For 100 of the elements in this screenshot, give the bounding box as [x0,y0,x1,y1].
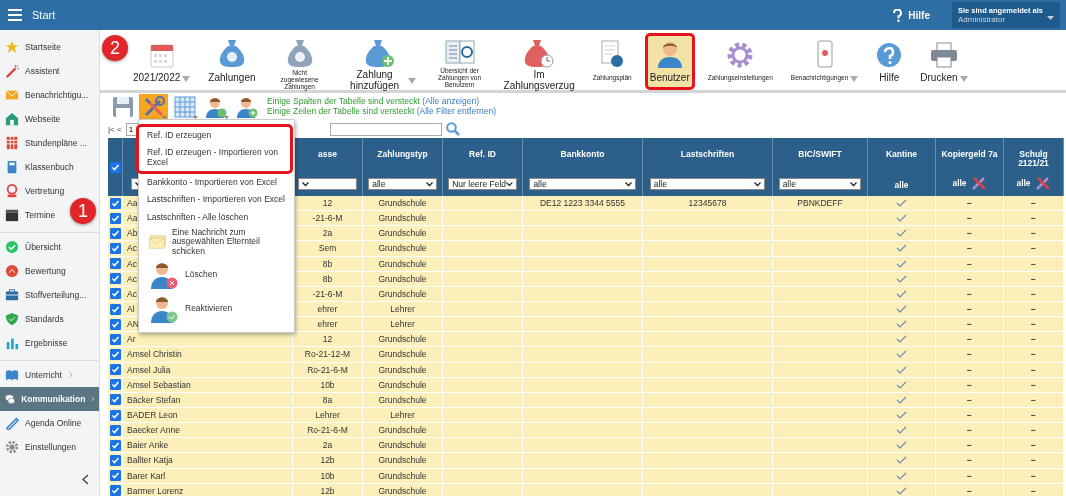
filter-select[interactable]: alle [649,178,766,190]
toolbar-button[interactable]: 2021/2022 [128,33,196,90]
checkbox[interactable] [109,227,121,239]
money-bag-icon [218,38,245,68]
sidebar-item[interactable]: Übersicht [0,235,65,259]
table-cell: − [936,211,1004,227]
sidebar-item[interactable]: Klassenbuch [0,155,78,179]
checkbox[interactable] [109,318,121,330]
search-field[interactable] [329,122,442,136]
search-icon[interactable] [445,122,460,136]
shield-icon [5,312,19,326]
checkbox[interactable] [109,394,121,406]
document-icon [600,40,625,68]
sidebar-item[interactable]: Benachrichtigu... [0,83,93,107]
help-link[interactable]: Hilfe [893,8,930,22]
checkbox[interactable] [109,424,121,436]
toolbar-button[interactable]: Im Zahlungsverzug [498,33,580,90]
menu-item[interactable]: Löschen [139,258,294,293]
chevron-icon [506,181,513,187]
sidebar-item[interactable]: Unterricht [0,363,77,387]
notice-link[interactable]: (Alle Filter entfernen) [416,105,496,116]
user-delete-icon [149,260,179,291]
sidebar-item[interactable]: Einstellungen [0,435,81,459]
toolbar-button[interactable]: Hilfe [871,33,908,90]
table-cell: Grundschule [363,241,443,257]
menu-item[interactable]: Ref. ID erzeugen - Importieren von Excel [139,144,290,172]
money-bag-icon [286,38,313,68]
table-cell: − [936,438,1004,454]
sidebar-item[interactable]: Agenda Online [0,411,86,435]
column-header: asse [318,150,337,160]
sidebar-item[interactable]: Termine [0,203,60,227]
checkbox[interactable] [109,212,121,224]
filter-link[interactable]: alle [1016,178,1031,188]
table-cell: PBNKDEFF [773,196,868,212]
step-badge: 2 [102,35,128,61]
user-check-icon [149,294,179,325]
toolbar-button[interactable]: Zahlungen [203,33,261,90]
caret-icon [182,75,191,82]
tools-icon[interactable] [1034,176,1051,190]
toolbar-button[interactable]: Drucken [915,33,973,90]
chevron-icon [754,181,762,187]
filter-select[interactable]: alle [778,178,862,190]
checkbox[interactable] [109,333,121,345]
checkbox[interactable] [109,273,121,285]
menu-item[interactable]: Bankkonto - Importieren von Excel [139,174,294,192]
chevron-icon [67,371,73,379]
table-cell: Grundschule [363,453,443,469]
notice-link[interactable]: (Alle anzeigen) [422,95,479,106]
table-cell: Ro-21-6-M [293,423,363,439]
table-cell: − [936,453,1004,469]
checkbox[interactable] [109,485,121,496]
column-header: Lastschriften [680,150,735,160]
sidebar-item[interactable]: Webseite [0,107,65,131]
checkbox[interactable] [109,303,121,315]
sidebar-item[interactable]: Ergebnisse [0,331,72,355]
pager-first-prev[interactable]: |< < [108,124,122,134]
collapse-button[interactable] [80,472,91,487]
checkbox[interactable] [109,243,121,254]
house-icon [5,112,19,126]
checkbox[interactable] [109,197,121,209]
sidebar-item[interactable]: Bewertung [0,259,70,283]
sidebar-item[interactable]: Kommunikation [0,387,99,411]
checkbox[interactable] [109,348,121,360]
checkbox[interactable] [109,161,121,173]
tools-icon[interactable] [970,176,987,190]
notice-text: Einige Zeilen der Tabelle sind versteckt [267,105,415,116]
checkbox[interactable] [109,454,121,466]
filter-select[interactable]: Nur leere Feld [448,178,517,190]
sidebar-item[interactable]: Assistent [0,59,64,83]
sidebar-item[interactable]: Stoffverteilung... [0,283,91,307]
toolbar-button[interactable]: Benutzer [644,33,695,90]
filter-select[interactable] [297,178,358,190]
filter-link[interactable]: alle [952,178,967,188]
checkbox[interactable] [109,439,121,451]
money-bag-icon [524,38,555,68]
checkbox[interactable] [109,364,121,376]
filter-link[interactable]: alle [894,180,909,190]
sidebar-item[interactable]: Stundenpläne ... [0,131,91,155]
column-header: Kantine [885,150,918,160]
toolbar-button[interactable]: Zahlung hinzufügen [338,33,421,90]
table-cell: Baier Anke [123,438,293,454]
sidebar-item[interactable]: Standards [0,307,68,331]
table-cell: − [936,423,1004,439]
sidebar-item[interactable]: Startseite [0,35,65,59]
filter-select[interactable]: alle [368,178,437,190]
table-cell: 2a [293,438,363,454]
checkbox[interactable] [109,258,121,270]
chevron-icon [850,181,858,187]
column-header: Schulg 2121/21 [1017,150,1050,169]
column-header: Bankkonto [560,150,605,160]
gear-icon [5,440,19,454]
filter-select[interactable]: alle [529,178,636,190]
table-cell: − [1004,226,1064,242]
sidebar-item[interactable]: Vertretung [0,179,69,203]
menu-button[interactable] [6,9,24,21]
checkbox[interactable] [109,288,121,300]
chevron-icon [91,395,95,403]
checkbox[interactable] [109,379,121,391]
checkbox[interactable] [109,409,121,421]
checkbox[interactable] [109,470,121,482]
